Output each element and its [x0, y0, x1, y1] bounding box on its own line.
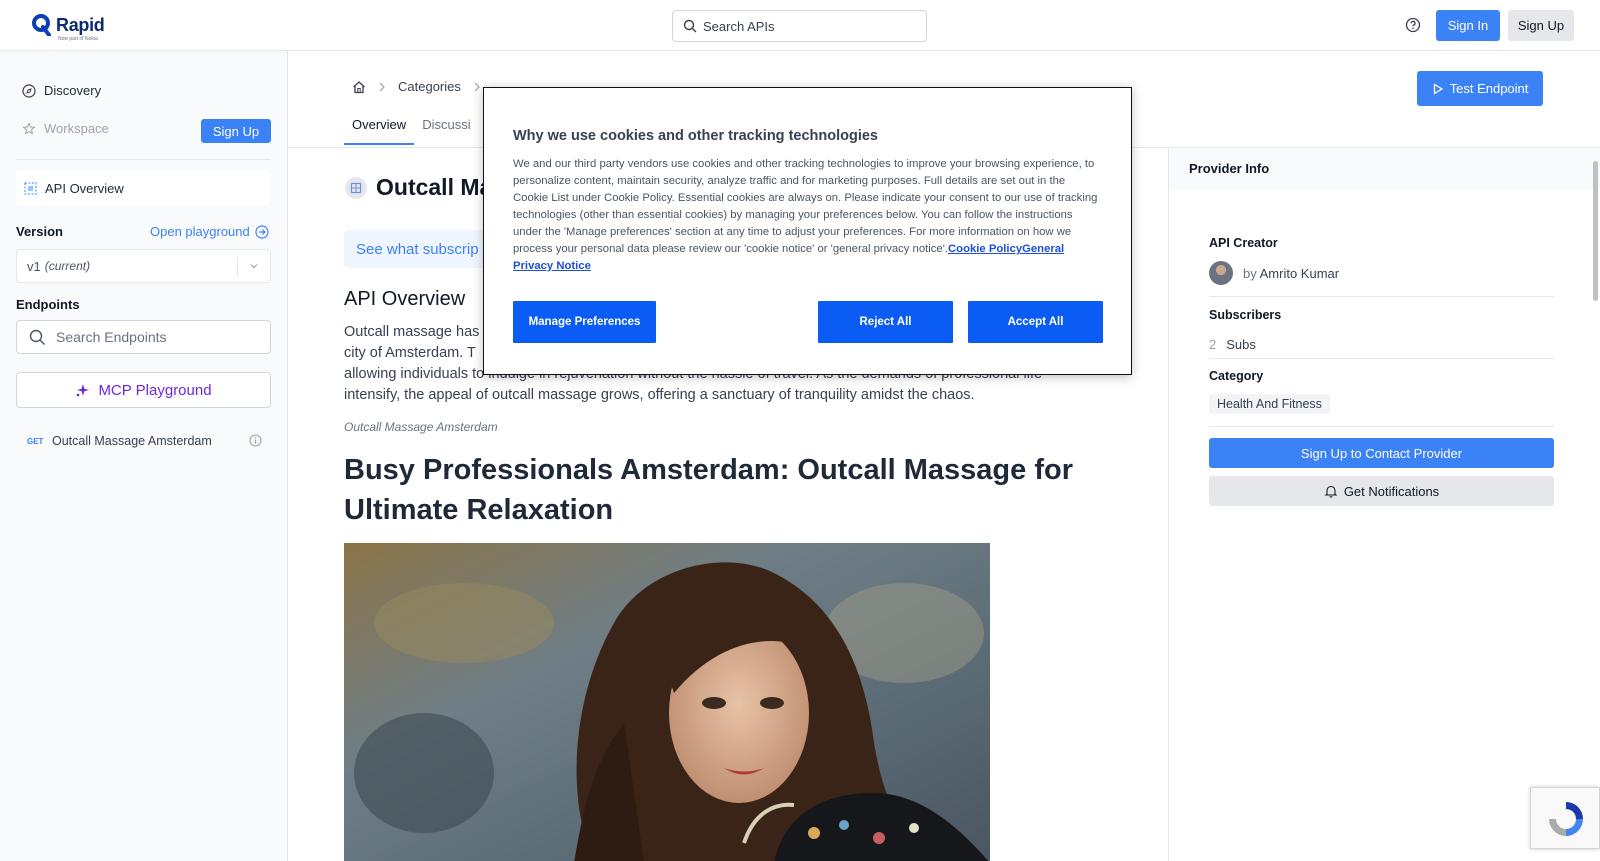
- category-label: Category: [1209, 369, 1264, 383]
- star-icon: [22, 121, 36, 135]
- contact-provider-button[interactable]: Sign Up to Contact Provider: [1209, 438, 1554, 468]
- breadcrumb-categories[interactable]: Categories: [398, 79, 461, 94]
- search-endpoints-placeholder: Search Endpoints: [56, 329, 167, 345]
- api-title: Outcall Ma: [376, 174, 493, 200]
- rapid-logo-icon: [32, 14, 51, 36]
- api-creator-label: API Creator: [1209, 236, 1278, 250]
- portrait-photo-illustration: [344, 543, 990, 861]
- version-select[interactable]: v1 (current): [16, 249, 271, 283]
- avatar: [1209, 261, 1233, 285]
- search-icon: [683, 19, 697, 33]
- method-badge: GET: [27, 436, 44, 446]
- api-title-row: Outcall Ma: [344, 174, 492, 201]
- provider-divider: [1209, 426, 1554, 427]
- sidebar: Discovery Workspace Sign Up API Overview…: [0, 51, 288, 861]
- chevron-down-icon: [250, 264, 258, 269]
- subscribers-number: 2: [1209, 337, 1217, 352]
- overview-icon: [24, 182, 37, 194]
- search-endpoints-input[interactable]: Search Endpoints: [16, 320, 271, 354]
- sidebar-item-label: API Overview: [45, 180, 124, 196]
- play-icon: [1433, 82, 1443, 95]
- provider-info-header: Provider Info: [1169, 148, 1600, 189]
- reject-all-button[interactable]: Reject All: [818, 301, 953, 343]
- cookie-policy-link[interactable]: Cookie Policy: [948, 243, 1022, 255]
- endpoints-label: Endpoints: [16, 297, 80, 312]
- mcp-playground-label: MCP Playground: [98, 381, 212, 399]
- provider-divider: [1209, 296, 1554, 297]
- search-placeholder: Search APIs: [703, 18, 775, 34]
- arrow-circle-icon: [255, 224, 269, 239]
- top-navbar: Rapid Now part of Nokia Search APIs Sign…: [0, 0, 1600, 51]
- logo-text: Rapid: [56, 15, 105, 35]
- cookie-body-text: We and our third party vendors use cooki…: [513, 158, 1098, 255]
- tab-discussions[interactable]: Discussi: [414, 117, 478, 145]
- article-heading: Busy Professionals Amsterdam: Outcall Ma…: [344, 454, 1073, 526]
- subscribers-count: 2 Subs: [1209, 337, 1256, 352]
- recaptcha-icon: [1549, 802, 1583, 836]
- chevron-right-icon: [379, 82, 385, 91]
- provider-divider: [1209, 358, 1554, 359]
- compass-icon: [22, 83, 36, 98]
- search-apis-input[interactable]: Search APIs: [672, 10, 927, 42]
- select-separator: [237, 258, 238, 276]
- breadcrumb: Categories: [352, 79, 481, 94]
- sidebar-item-label: Discovery: [44, 83, 102, 98]
- version-label: Version: [16, 224, 63, 239]
- api-creator[interactable]: by Amrito Kumar: [1209, 261, 1339, 285]
- overview-heading: API Overview: [344, 288, 466, 310]
- mcp-playground-button[interactable]: MCP Playground: [16, 372, 271, 408]
- subscribers-label: Subscribers: [1209, 308, 1282, 322]
- recaptcha-badge[interactable]: [1530, 787, 1600, 849]
- sidebar-item-workspace[interactable]: Workspace: [22, 121, 109, 136]
- sign-up-button[interactable]: Sign Up: [1508, 10, 1574, 41]
- scrollbar-thumb[interactable]: [1593, 161, 1598, 301]
- get-notifications-button[interactable]: Get Notifications: [1209, 476, 1554, 506]
- sidebar-item-api-overview[interactable]: API Overview: [16, 171, 271, 205]
- version-current: (current): [44, 259, 91, 273]
- sidebar-item-discovery[interactable]: Discovery: [22, 83, 101, 98]
- paragraph-line: intensify, the appeal of outcall massage…: [344, 387, 975, 403]
- home-icon[interactable]: [352, 80, 366, 94]
- creator-name: Amrito Kumar: [1259, 265, 1340, 281]
- rapid-logo[interactable]: Rapid Now part of Nokia: [32, 12, 122, 42]
- open-playground-label: Open playground: [150, 224, 250, 239]
- test-endpoint-label: Test Endpoint: [1449, 81, 1529, 96]
- api-logo-icon: [345, 176, 367, 199]
- bell-icon: [1324, 485, 1338, 498]
- tab-overview[interactable]: Overview: [344, 117, 415, 145]
- subscribers-unit: Subs: [1226, 337, 1256, 352]
- sidebar-divider: [16, 159, 271, 160]
- get-notifications-label: Get Notifications: [1343, 483, 1440, 499]
- test-endpoint-button[interactable]: Test Endpoint: [1417, 71, 1543, 106]
- accept-all-button[interactable]: Accept All: [968, 301, 1103, 343]
- cookie-title: Why we use cookies and other tracking te…: [513, 128, 878, 144]
- creator-by: by: [1243, 265, 1257, 281]
- info-icon[interactable]: [249, 434, 262, 447]
- article-photo: [344, 543, 990, 861]
- provider-panel: Provider Info API Creator by Amrito Kuma…: [1168, 148, 1600, 861]
- sidebar-item-label: Workspace: [44, 121, 109, 136]
- sidebar-sign-up-button[interactable]: Sign Up: [201, 119, 271, 143]
- version-value: v1: [27, 258, 41, 274]
- sparkle-icon: [77, 383, 90, 396]
- open-playground-link[interactable]: Open playground: [150, 224, 269, 239]
- category-chip[interactable]: Health And Fitness: [1209, 394, 1330, 414]
- chevron-right-icon: [474, 82, 480, 91]
- endpoint-item[interactable]: GET Outcall Massage Amsterdam: [27, 431, 267, 451]
- cookie-consent-dialog: Why we use cookies and other tracking te…: [483, 87, 1132, 375]
- sign-in-button[interactable]: Sign In: [1436, 10, 1500, 41]
- help-icon[interactable]: [1405, 17, 1421, 33]
- endpoint-name: Outcall Massage Amsterdam: [52, 434, 212, 448]
- cookie-body: We and our third party vendors use cooki…: [513, 156, 1103, 275]
- logo-subtext: Now part of Nokia: [58, 36, 98, 42]
- image-caption: Outcall Massage Amsterdam: [344, 420, 498, 434]
- manage-preferences-button[interactable]: Manage Preferences: [513, 301, 656, 343]
- tabs: Overview Discussi: [344, 117, 479, 145]
- search-icon: [29, 329, 45, 345]
